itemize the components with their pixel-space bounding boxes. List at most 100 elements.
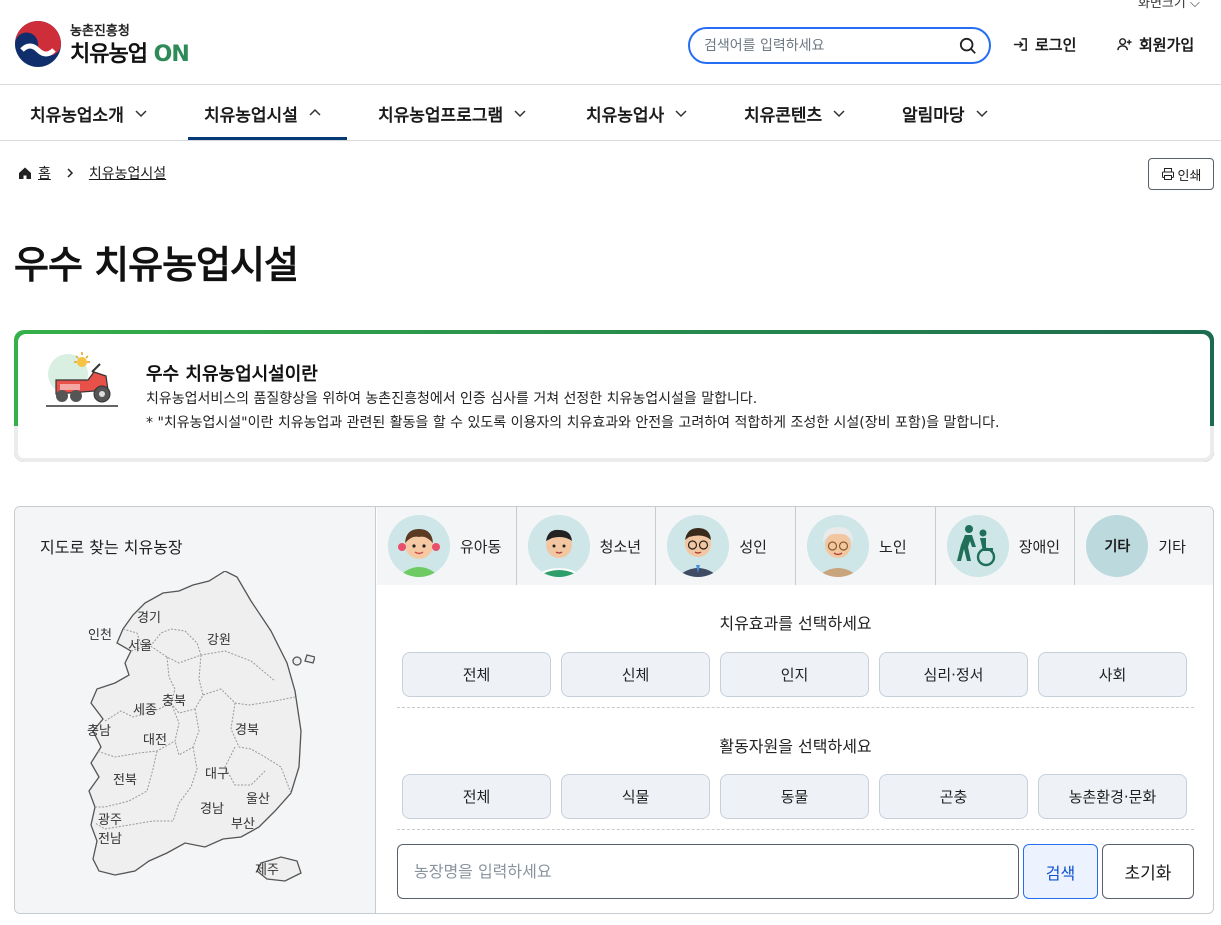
intro-description: 치유농업서비스의 품질향상을 위하여 농촌진흥청에서 인증 심사를 거쳐 선정한… <box>146 391 758 407</box>
resource-option[interactable]: 농촌환경·문화 <box>1038 774 1187 819</box>
page-title: 우수 치유농업시설 <box>14 243 299 287</box>
senior-icon <box>807 515 870 577</box>
login-label: 로그인 <box>1035 36 1077 54</box>
breadcrumb-home[interactable]: 홈 <box>38 163 51 183</box>
map-region-jeonbuk[interactable]: 전북 <box>113 769 137 788</box>
tab-disabled-label: 장애인 <box>1018 537 1061 556</box>
main-navigation: 치유농업소개 치유농업시설 치유농업프로그램 치유농업사 치유콘텐츠 알림마당 <box>0 85 1221 141</box>
nav-item-contents[interactable]: 치유콘텐츠 <box>744 85 846 141</box>
map-region-sejong[interactable]: 세종 <box>133 699 157 718</box>
tab-senior-label: 노인 <box>879 537 907 556</box>
chevron-down-icon <box>833 110 845 118</box>
print-button[interactable]: 인쇄 <box>1148 158 1214 190</box>
chevron-down-icon <box>514 110 526 118</box>
map-region-daegu[interactable]: 대구 <box>205 763 229 782</box>
intro-note: * "치유농업시설"이란 치유농업과 관련된 활동을 할 수 있도록 이용자의 … <box>146 415 1000 431</box>
map-region-gwangju[interactable]: 광주 <box>98 809 122 828</box>
chevron-up-icon <box>309 108 321 116</box>
tab-adult[interactable]: 성인 <box>656 507 797 585</box>
zoom-control[interactable]: 화면크기 ⌵ <box>1138 0 1200 11</box>
site-logo[interactable]: 농촌진흥청 치유농업 ON <box>14 18 214 68</box>
map-region-seoul[interactable]: 서울 <box>128 635 152 654</box>
map-title: 지도로 찾는 치유농장 <box>40 538 183 557</box>
tractor-icon <box>46 352 118 407</box>
map-region-gangwon[interactable]: 강원 <box>207 629 231 648</box>
map-region-jeju[interactable]: 제주 <box>255 859 279 878</box>
tab-senior[interactable]: 노인 <box>796 507 936 585</box>
signup-link[interactable]: 회원가입 <box>1116 34 1194 55</box>
tab-etc[interactable]: 기타 기타 <box>1075 507 1213 585</box>
teen-icon <box>527 515 590 577</box>
resources-title: 활동자원을 선택하세요 <box>719 737 872 756</box>
chevron-down-icon <box>135 110 147 118</box>
search-icon[interactable] <box>959 37 977 55</box>
map-region-chungnam[interactable]: 충남 <box>87 720 111 739</box>
effect-option[interactable]: 전체 <box>402 652 551 697</box>
disabled-icon <box>946 515 1009 577</box>
tab-disabled[interactable]: 장애인 <box>935 507 1076 585</box>
chevron-down-icon <box>976 110 988 118</box>
login-icon <box>1013 38 1027 51</box>
section-divider <box>397 707 1194 708</box>
chevron-right-icon <box>67 168 73 178</box>
tab-child[interactable]: 유아동 <box>377 507 517 585</box>
logo-title: 치유농업 ON <box>70 42 190 67</box>
signup-label: 회원가입 <box>1139 36 1195 54</box>
effects-options: 전체 신체 인지 심리·정서 사회 <box>402 652 1187 697</box>
chevron-down-icon <box>675 110 687 118</box>
print-icon <box>1161 168 1174 180</box>
effect-option[interactable]: 심리·정서 <box>879 652 1028 697</box>
login-link[interactable]: 로그인 <box>1012 34 1076 55</box>
intro-box-inner: 우수 치유농업시설이란 치유농업서비스의 품질향상을 위하여 농촌진흥청에서 인… <box>18 334 1210 458</box>
adult-icon <box>667 515 730 577</box>
effect-option[interactable]: 인지 <box>720 652 869 697</box>
print-label: 인쇄 <box>1177 168 1202 184</box>
nav-item-expert[interactable]: 치유농업사 <box>586 85 688 141</box>
map-region-gyeongnam[interactable]: 경남 <box>200 798 224 817</box>
search-input[interactable] <box>704 36 949 56</box>
map-region-ulsan[interactable]: 울산 <box>246 788 270 807</box>
breadcrumb: 홈 치유농업시설 <box>18 163 166 183</box>
tab-child-label: 유아동 <box>460 537 502 556</box>
reset-button[interactable]: 초기화 <box>1102 844 1194 899</box>
map-region-jeonnam[interactable]: 전남 <box>98 828 122 847</box>
tab-teen[interactable]: 청소년 <box>516 507 657 585</box>
etc-icon: 기타 <box>1086 515 1149 577</box>
farm-name-input[interactable] <box>398 845 1018 898</box>
effect-option[interactable]: 신체 <box>561 652 710 697</box>
effects-title: 치유효과를 선택하세요 <box>719 614 872 633</box>
farm-finder: 지도로 찾는 치유농장 경기 인천 서울 강원 충북 세종 충남 대전 경북 대… <box>14 506 1214 914</box>
child-icon <box>388 515 450 577</box>
map-region-busan[interactable]: 부산 <box>231 813 255 832</box>
map-region-gyeongbuk[interactable]: 경북 <box>235 719 259 738</box>
map-region-gyeonggi[interactable]: 경기 <box>137 607 161 626</box>
section-divider <box>397 829 1194 830</box>
nav-item-intro[interactable]: 치유농업소개 <box>30 85 148 141</box>
tab-etc-label: 기타 <box>1158 537 1186 556</box>
map-panel: 지도로 찾는 치유농장 경기 인천 서울 강원 충북 세종 충남 대전 경북 대… <box>15 507 376 913</box>
breadcrumb-current[interactable]: 치유농업시설 <box>89 163 166 183</box>
map-region-incheon[interactable]: 인천 <box>88 624 112 643</box>
resources-options: 전체 식물 동물 곤충 농촌환경·문화 <box>402 774 1187 819</box>
nav-item-notice[interactable]: 알림마당 <box>902 85 989 141</box>
home-icon <box>19 167 31 179</box>
effect-option[interactable]: 사회 <box>1038 652 1187 697</box>
map-region-daejeon[interactable]: 대전 <box>143 729 167 748</box>
target-tabs: 유아동 청소년 성인 노인 장애인 기타 기타 <box>377 507 1213 585</box>
zoom-label: 화면크기 <box>1138 0 1186 11</box>
intro-title: 우수 치유농업시설이란 <box>146 364 318 385</box>
nav-divider <box>0 140 1221 141</box>
resource-option[interactable]: 동물 <box>720 774 869 819</box>
resource-option[interactable]: 식물 <box>561 774 710 819</box>
resource-option[interactable]: 곤충 <box>879 774 1028 819</box>
taegeuk-logo-icon <box>15 21 61 67</box>
farm-name-field <box>397 844 1019 899</box>
site-search <box>688 27 991 64</box>
user-plus-icon <box>1117 38 1132 51</box>
map-region-chungbuk[interactable]: 충북 <box>162 690 186 709</box>
resource-option[interactable]: 전체 <box>402 774 551 819</box>
nav-item-program[interactable]: 치유농업프로그램 <box>378 85 527 141</box>
intro-box: 우수 치유농업시설이란 치유농업서비스의 품질향상을 위하여 농촌진흥청에서 인… <box>14 330 1214 462</box>
farm-search-button[interactable]: 검색 <box>1023 844 1098 899</box>
nav-item-facility[interactable]: 치유농업시설 <box>204 85 322 141</box>
